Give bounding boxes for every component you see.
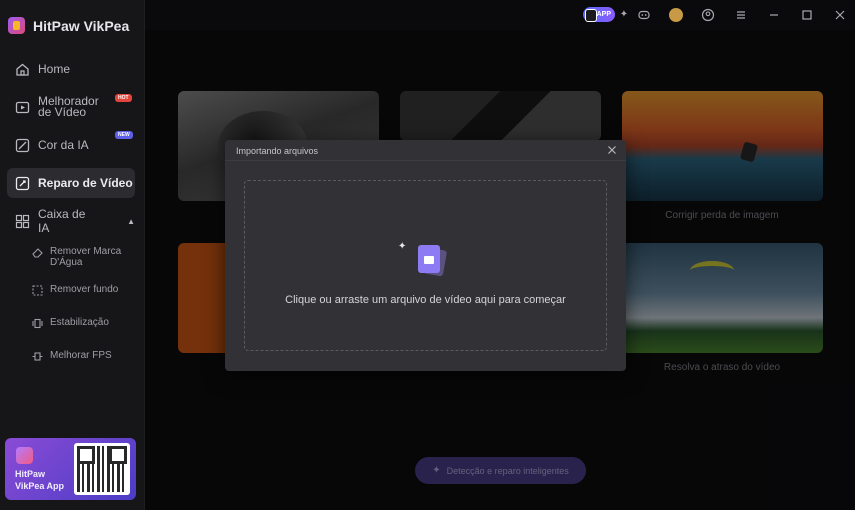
sidebar-subitem-stabilization[interactable]: Estabilização bbox=[32, 317, 132, 329]
minimize-icon[interactable] bbox=[767, 8, 781, 22]
sidebar-item-video-enhancer[interactable]: Melhorador de Vídeo HOT bbox=[7, 93, 135, 121]
file-drop-zone[interactable]: ✦ Clique ou arraste um arquivo de vídeo … bbox=[244, 180, 607, 351]
ai-color-icon bbox=[15, 138, 30, 153]
menu-icon[interactable] bbox=[734, 8, 748, 22]
divider bbox=[225, 160, 626, 161]
sidebar-item-ai-color[interactable]: Cor da IA NEW bbox=[7, 131, 135, 156]
sidebar: HitPaw VikPea Home Melhorador de Vídeo H… bbox=[0, 0, 145, 510]
sidebar-item-label: Melhorador de Vídeo bbox=[38, 94, 99, 119]
user-icon[interactable] bbox=[701, 8, 715, 22]
maximize-icon[interactable] bbox=[800, 8, 814, 22]
home-icon bbox=[15, 62, 30, 77]
app-window: HitPaw VikPea Home Melhorador de Vídeo H… bbox=[0, 0, 855, 510]
sidebar-item-label: Cor da IA bbox=[38, 138, 89, 152]
sidebar-item-ai-toolbox[interactable]: Caixa de IA ▲ bbox=[7, 207, 135, 235]
background-remove-icon bbox=[32, 285, 43, 296]
video-file-icon bbox=[415, 243, 448, 277]
feature-card-video-lag[interactable] bbox=[622, 243, 823, 353]
stabilize-icon bbox=[32, 318, 43, 329]
sparkle-icon: ✦ bbox=[432, 465, 441, 476]
new-badge: NEW bbox=[115, 131, 133, 139]
mobile-app-promo[interactable]: HitPaw VikPea App bbox=[5, 438, 136, 500]
card-caption: Corrigir perda de imagem bbox=[665, 210, 779, 221]
toolbox-icon bbox=[15, 214, 30, 229]
hot-badge: HOT bbox=[115, 94, 132, 102]
mobile-app-button[interactable]: APP bbox=[583, 7, 615, 22]
feature-card-image-loss[interactable] bbox=[622, 91, 823, 201]
sidebar-item-video-repair[interactable]: Reparo de Vídeo bbox=[7, 168, 135, 198]
sidebar-subitem-remove-watermark[interactable]: Remover Marca D'Água bbox=[32, 246, 132, 268]
smart-detect-repair-button[interactable]: ✦ Detecção e reparo inteligentes bbox=[415, 457, 586, 484]
sparkle-icon: ✦ bbox=[398, 241, 407, 252]
subitem-label: Melhorar FPS bbox=[50, 350, 112, 361]
sidebar-item-label: Reparo de Vídeo bbox=[38, 176, 133, 190]
app-logo-icon bbox=[16, 447, 33, 464]
sidebar-subitem-remove-background[interactable]: Remover fundo bbox=[32, 284, 132, 296]
title-bar: APP ✦ bbox=[145, 0, 855, 30]
drop-instruction: Clique ou arraste um arquivo de vídeo aq… bbox=[285, 294, 566, 306]
sparkle-icon[interactable]: ✦ bbox=[617, 8, 631, 22]
app-name: HitPaw VikPea bbox=[33, 17, 130, 34]
avatar[interactable] bbox=[669, 8, 683, 22]
app-logo-icon bbox=[8, 17, 25, 34]
sidebar-item-home[interactable]: Home bbox=[7, 58, 135, 80]
chevron-up-icon[interactable]: ▲ bbox=[127, 217, 135, 226]
subitem-label: Estabilização bbox=[50, 317, 109, 328]
close-icon[interactable] bbox=[833, 8, 847, 22]
brand: HitPaw VikPea bbox=[8, 17, 129, 34]
subitem-label: Remover fundo bbox=[50, 284, 119, 295]
sidebar-item-label: Home bbox=[38, 62, 71, 76]
close-icon[interactable] bbox=[606, 144, 618, 156]
fps-icon bbox=[32, 351, 43, 362]
subitem-label: Remover Marca D'Água bbox=[50, 246, 122, 268]
sidebar-item-label: Caixa de IA bbox=[38, 207, 86, 235]
promo-text: HitPaw VikPea App bbox=[15, 469, 65, 491]
eraser-icon bbox=[32, 247, 43, 258]
repair-icon bbox=[15, 176, 30, 191]
video-enhance-icon bbox=[15, 100, 30, 115]
dialog-title: Importando arquivos bbox=[236, 146, 319, 156]
feature-card-2[interactable] bbox=[400, 91, 601, 141]
discord-icon[interactable] bbox=[637, 8, 651, 22]
qr-code bbox=[74, 443, 130, 495]
import-files-dialog: Importando arquivos ✦ Clique ou arraste … bbox=[225, 140, 626, 371]
sidebar-subitem-improve-fps[interactable]: Melhorar FPS bbox=[32, 350, 132, 362]
card-caption: Resolva o atraso do vídeo bbox=[663, 362, 781, 373]
